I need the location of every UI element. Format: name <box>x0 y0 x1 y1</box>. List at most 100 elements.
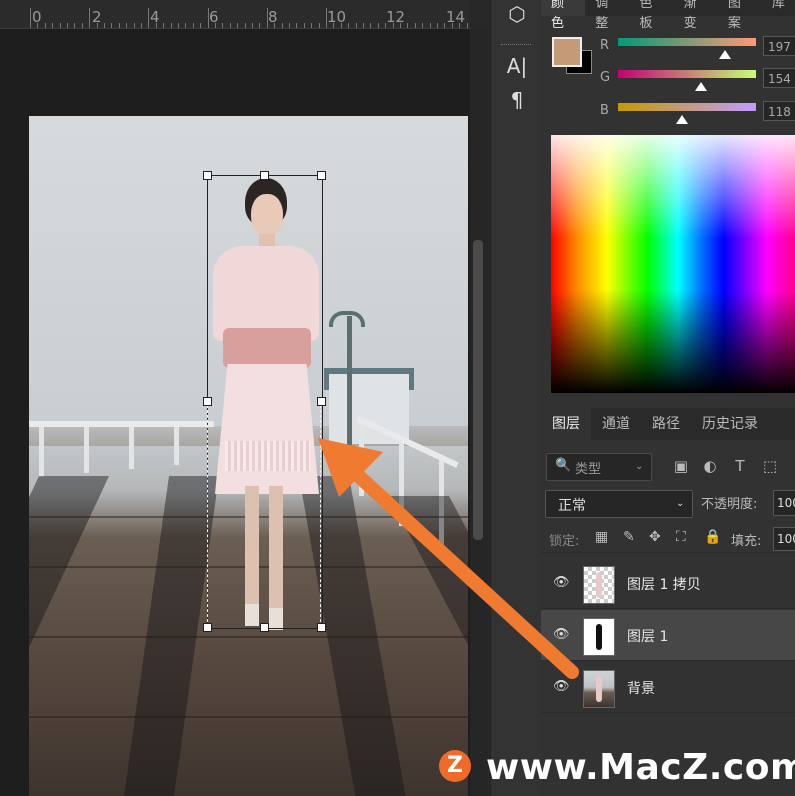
channel-b-value[interactable]: 118 <box>763 101 795 121</box>
channel-g-thumb[interactable] <box>695 82 708 91</box>
layer-row-layer1[interactable]: 👁 图层 1 <box>541 610 795 661</box>
tab-color[interactable]: 颜色 <box>541 0 586 31</box>
channel-g-slider[interactable] <box>618 70 756 78</box>
ruler-tick <box>429 23 431 28</box>
type-filter-icon[interactable]: T <box>731 457 749 475</box>
left-railing <box>29 421 214 477</box>
tab-layers[interactable]: 图层 <box>541 408 591 440</box>
watermark-text: www.MacZ.com <box>486 747 795 788</box>
ruler-tick <box>215 23 216 28</box>
channel-r-value[interactable]: 197 <box>763 36 795 56</box>
panel-tool-strip: ⬡ A| ¶ <box>490 0 542 796</box>
ruler-tick <box>370 23 372 28</box>
fill-input[interactable]: 100 <box>773 527 795 551</box>
transform-handle-left[interactable] <box>203 397 212 406</box>
character-tool-icon[interactable]: A| <box>505 54 529 78</box>
channel-b-thumb[interactable] <box>675 115 688 124</box>
channel-r-label: R <box>600 38 610 53</box>
ruler-tick <box>348 23 350 28</box>
layer-name[interactable]: 图层 1 拷贝 <box>627 574 701 594</box>
ruler-tick <box>311 23 313 28</box>
ruler-tick <box>274 23 276 28</box>
filter-kind-label: 类型 <box>575 462 602 477</box>
ruler-tick <box>318 23 320 28</box>
layer-name[interactable]: 图层 1 <box>627 626 668 646</box>
lock-image-icon[interactable]: ✎ <box>623 529 635 545</box>
paragraph-icon[interactable]: ¶ <box>505 88 529 112</box>
layer-filter-kind[interactable]: 🔍 类型 ⌄ <box>546 453 652 481</box>
ruler-label: 12 <box>386 8 406 26</box>
layers-panel-tabs: 图层 通道 路径 历史记录 <box>541 408 795 440</box>
ruler-tick <box>422 23 424 28</box>
foreground-color-swatch[interactable] <box>552 37 582 67</box>
scrollbar-thumb[interactable] <box>473 240 483 540</box>
adjustment-filter-icon[interactable]: ◐ <box>701 457 719 475</box>
ruler-label: 6 <box>209 8 219 26</box>
tab-libraries[interactable]: 库 <box>762 0 795 16</box>
image-filter-icon[interactable]: ▣ <box>672 457 690 475</box>
blend-mode-value: 正常 <box>558 498 586 514</box>
visibility-eye-icon[interactable]: 👁 <box>553 575 570 590</box>
lock-all-icon[interactable]: 🔒 <box>704 529 721 545</box>
tab-gradients[interactable]: 渐变 <box>674 0 718 31</box>
ruler-tick <box>407 23 409 28</box>
tab-adjustments[interactable]: 调整 <box>585 0 629 31</box>
channel-r-thumb[interactable] <box>718 50 731 59</box>
transform-handle-bottom-left[interactable] <box>203 623 212 632</box>
channel-r-slider[interactable] <box>618 38 756 46</box>
layer-row-copy[interactable]: 👁 图层 1 拷贝 <box>541 558 795 609</box>
tab-paths[interactable]: 路径 <box>641 408 691 440</box>
lock-artboard-icon[interactable]: ⛶ <box>676 529 686 545</box>
ruler-tick <box>244 23 246 28</box>
tab-swatches[interactable]: 色板 <box>629 0 673 31</box>
visibility-eye-icon[interactable]: 👁 <box>553 679 570 694</box>
color-panel-tabs: 颜色 调整 色板 渐变 图案 库 <box>541 0 795 31</box>
ruler-tick <box>118 23 120 28</box>
ruler-tick <box>37 23 39 28</box>
tab-patterns[interactable]: 图案 <box>718 0 762 31</box>
3d-cube-icon[interactable]: ⬡ <box>505 2 529 26</box>
layer-row-background[interactable]: 👁 背景 <box>541 662 795 713</box>
channel-b-slider[interactable] <box>618 103 756 111</box>
lamp-head <box>329 311 365 327</box>
ruler-tick <box>281 23 283 28</box>
ruler-tick <box>414 23 416 28</box>
transform-handle-top-right[interactable] <box>317 171 326 180</box>
ruler-tick <box>229 23 231 28</box>
watermark-badge: Z <box>439 750 471 782</box>
ruler-tick <box>326 8 327 28</box>
ruler-label: 10 <box>327 8 347 26</box>
transform-handle-top[interactable] <box>260 171 269 180</box>
ruler-tick <box>44 23 46 28</box>
channel-g-value[interactable]: 154 <box>763 68 795 88</box>
ruler-tick <box>392 23 394 28</box>
opacity-input[interactable]: 100 <box>773 490 795 516</box>
ruler-tick <box>81 23 83 28</box>
blend-mode-select[interactable]: 正常 ⌄ <box>545 490 693 518</box>
layer-thumbnail <box>583 670 615 708</box>
lock-label: 锁定: <box>549 534 580 549</box>
transform-handle-top-left[interactable] <box>203 171 212 180</box>
layer-name[interactable]: 背景 <box>627 678 655 698</box>
ruler-tick <box>266 8 268 28</box>
transform-handle-bottom[interactable] <box>260 623 269 632</box>
ruler-tick <box>459 23 461 28</box>
ruler-tick <box>385 23 387 28</box>
selection-marquee <box>207 400 321 627</box>
tab-history[interactable]: 历史记录 <box>691 408 769 440</box>
ruler-tick <box>289 23 290 28</box>
color-spectrum[interactable] <box>551 135 795 393</box>
visibility-eye-icon[interactable]: 👁 <box>553 627 570 642</box>
lamp-post <box>347 316 352 446</box>
transform-handle-bottom-right[interactable] <box>317 623 326 632</box>
ruler-tick <box>89 8 91 28</box>
tab-channels[interactable]: 通道 <box>591 408 641 440</box>
fill-label: 填充: <box>731 534 762 549</box>
ruler-tick <box>259 23 261 28</box>
lock-position-icon[interactable]: ✥ <box>649 529 661 545</box>
shape-filter-icon[interactable]: ⬚ <box>761 457 779 475</box>
transform-handle-right[interactable] <box>317 397 326 406</box>
ruler-tick <box>59 23 61 28</box>
ruler-tick <box>74 23 76 28</box>
lock-transparent-icon[interactable]: ▦ <box>595 529 608 545</box>
